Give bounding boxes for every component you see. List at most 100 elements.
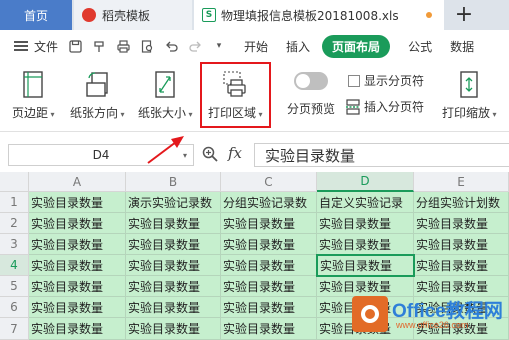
column-header-b[interactable]: B (126, 172, 221, 192)
watermark-url: www.office26.com (396, 320, 469, 330)
tab-wps-label: 稻壳模板 (102, 8, 151, 23)
format-painter-icon[interactable] (92, 39, 106, 53)
paper-size-icon (155, 71, 175, 98)
margins-icon (23, 71, 43, 98)
orientation-label: 纸张方向 (70, 104, 125, 121)
show-page-breaks-label: 显示分页符 (364, 74, 425, 88)
cell-a4[interactable]: 实验目录数量 (29, 255, 126, 276)
cell-c5[interactable]: 实验目录数量 (221, 276, 317, 297)
cell-b7[interactable]: 实验目录数量 (126, 318, 221, 340)
cell-c3[interactable]: 实验目录数量 (221, 234, 317, 255)
row-header-2[interactable]: 2 (0, 213, 29, 234)
print-scaling-button[interactable]: 打印缩放 (442, 70, 497, 121)
paper-size-label: 纸张大小 (138, 104, 193, 121)
insert-page-break-button[interactable]: 插入分页符 (346, 98, 424, 115)
formula-bar: D4 ▾ fx 实验目录数量 (0, 138, 509, 170)
office26-watermark: Office教程网 www.office26.com (352, 292, 509, 340)
formula-input-value: 实验目录数量 (265, 146, 356, 165)
cell-b5[interactable]: 实验目录数量 (126, 276, 221, 297)
office-logo-icon (352, 296, 388, 332)
row-header-1[interactable]: 1 (0, 192, 29, 213)
new-tab-plus-icon[interactable]: + (452, 2, 476, 28)
cell-d4-active[interactable]: 实验目录数量 (316, 254, 415, 277)
cell-a7[interactable]: 实验目录数量 (29, 318, 126, 340)
name-box-value: D4 (92, 148, 110, 162)
menu-start[interactable]: 开始 (244, 38, 268, 55)
insert-page-break-icon (346, 98, 360, 115)
print-scaling-icon (460, 71, 478, 98)
formula-input[interactable]: 实验目录数量 (254, 143, 509, 167)
row-header-5[interactable]: 5 (0, 276, 29, 297)
name-box-dropdown-icon[interactable]: ▾ (183, 151, 187, 160)
column-header-d[interactable]: D (317, 172, 414, 192)
cell-c6[interactable]: 实验目录数量 (221, 297, 317, 318)
cell-e3[interactable]: 实验目录数量 (414, 234, 509, 255)
watermark-brand: Office教程网 (392, 301, 503, 322)
tab-home-label: 首页 (23, 8, 48, 23)
cell-a6[interactable]: 实验目录数量 (29, 297, 126, 318)
undo-icon[interactable] (164, 39, 178, 53)
row-header-3[interactable]: 3 (0, 234, 29, 255)
tab-home[interactable]: 首页 (0, 0, 72, 30)
checkbox-icon (348, 74, 360, 87)
spreadsheet-file-icon: S (202, 8, 216, 22)
select-all-corner[interactable] (0, 172, 29, 192)
row-header-4[interactable]: 4 (0, 255, 29, 276)
cell-d1[interactable]: 自定义实验记录 (317, 192, 414, 213)
tab-bar: 首页 稻壳模板 S 物理填报信息模板20181008.xls + (0, 0, 509, 30)
menu-insert[interactable]: 插入 (286, 38, 310, 55)
cell-a3[interactable]: 实验目录数量 (29, 234, 126, 255)
column-header-c[interactable]: C (221, 172, 317, 192)
cell-c1[interactable]: 分组实验记录数 (221, 192, 317, 213)
cell-e2[interactable]: 实验目录数量 (414, 213, 509, 234)
row-header-6[interactable]: 6 (0, 297, 29, 318)
cell-b6[interactable]: 实验目录数量 (126, 297, 221, 318)
cell-c4[interactable]: 实验目录数量 (221, 255, 317, 276)
menu-file[interactable]: 文件 (34, 38, 58, 55)
tab-document-label: 物理填报信息模板20181008.xls (221, 8, 399, 23)
wps-logo-icon (82, 8, 96, 22)
cell-b2[interactable]: 实验目录数量 (126, 213, 221, 234)
fx-icon[interactable]: fx (228, 144, 242, 162)
menu-data[interactable]: 数据 (450, 38, 474, 55)
page-break-preview-label[interactable]: 分页预览 (287, 100, 335, 117)
orientation-button[interactable]: 纸张方向 (70, 70, 125, 121)
page-break-preview-toggle[interactable] (294, 72, 328, 90)
cell-d3[interactable]: 实验目录数量 (317, 234, 414, 255)
unsaved-dot-icon (426, 12, 432, 18)
cell-c7[interactable]: 实验目录数量 (221, 318, 317, 340)
redo-icon[interactable] (188, 39, 202, 53)
cell-e4[interactable]: 实验目录数量 (414, 255, 509, 276)
menu-page-layout[interactable]: 页面布局 (322, 34, 391, 58)
tab-document[interactable]: S 物理填报信息模板20181008.xls (194, 0, 444, 30)
zoom-search-icon[interactable] (202, 146, 218, 162)
margins-button[interactable]: 页边距 (12, 70, 55, 121)
name-box[interactable]: D4 ▾ (8, 144, 194, 166)
menu-formulas[interactable]: 公式 (408, 38, 432, 55)
menu-bar: 文件 ▾ 开始 插入 页面布局 公式 数据 (0, 30, 509, 62)
cell-d2[interactable]: 实验目录数量 (317, 213, 414, 234)
save-icon[interactable] (68, 39, 82, 53)
orientation-icon (86, 72, 108, 97)
cell-b1[interactable]: 演示实验记录数 (126, 192, 221, 213)
paper-size-button[interactable]: 纸张大小 (138, 70, 193, 121)
cell-b3[interactable]: 实验目录数量 (126, 234, 221, 255)
hamburger-menu-icon[interactable] (14, 41, 28, 51)
customize-dropdown-icon[interactable]: ▾ (212, 39, 226, 53)
cell-e1[interactable]: 分组实验计划数 (414, 192, 509, 213)
cell-a5[interactable]: 实验目录数量 (29, 276, 126, 297)
cell-b4[interactable]: 实验目录数量 (126, 255, 221, 276)
print-scaling-label: 打印缩放 (442, 104, 497, 121)
show-page-breaks-checkbox[interactable]: 显示分页符 (348, 72, 424, 89)
print-preview-icon[interactable] (140, 39, 154, 53)
print-icon[interactable] (116, 39, 130, 53)
insert-page-break-label: 插入分页符 (364, 100, 425, 114)
column-header-a[interactable]: A (29, 172, 126, 192)
column-header-e[interactable]: E (414, 172, 509, 192)
cell-c2[interactable]: 实验目录数量 (221, 213, 317, 234)
cell-a1[interactable]: 实验目录数量 (29, 192, 126, 213)
row-header-7[interactable]: 7 (0, 318, 29, 340)
tab-wps-templates[interactable]: 稻壳模板 (74, 0, 192, 30)
cell-a2[interactable]: 实验目录数量 (29, 213, 126, 234)
margins-label: 页边距 (12, 104, 55, 121)
